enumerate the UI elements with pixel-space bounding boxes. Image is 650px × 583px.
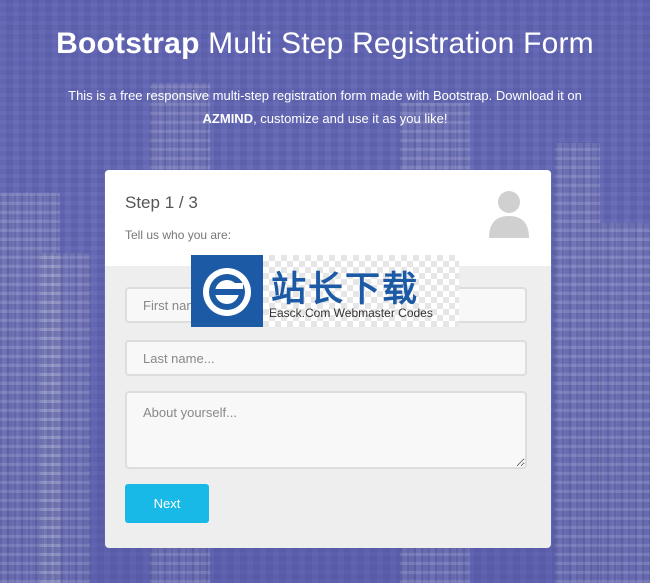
watermark-english-text: Easck.Com Webmaster Codes [269,306,433,320]
about-yourself-field[interactable] [125,391,527,469]
building-decoration [555,143,600,583]
step-description: Tell us who you are: [125,228,232,242]
watermark-logo-icon [191,255,263,327]
next-button[interactable]: Next [125,484,209,523]
azmind-link[interactable]: AZMIND [203,111,254,126]
step-title: Step 1 / 3 [125,193,198,212]
building-decoration [40,253,90,583]
registration-form-card: Step 1 / 3 Tell us who you are: Next [105,170,551,548]
watermark-overlay: 站长下载 Easck.Com Webmaster Codes [191,255,459,327]
title-light: Multi Step Registration Form [208,27,594,60]
subtitle-text-end: , customize and use it as you like! [253,111,448,126]
page-subtitle: This is a free responsive multi-step reg… [40,84,610,130]
building-decoration [600,223,650,583]
last-name-field[interactable] [125,340,527,376]
title-bold: Bootstrap [56,27,200,60]
subtitle-text: This is a free responsive multi-step reg… [68,88,582,103]
user-icon [489,191,529,238]
form-top: Step 1 / 3 Tell us who you are: [105,170,551,266]
watermark-chinese-text: 站长下载 [271,270,420,310]
page-title: Bootstrap Multi Step Registration Form [0,27,650,61]
